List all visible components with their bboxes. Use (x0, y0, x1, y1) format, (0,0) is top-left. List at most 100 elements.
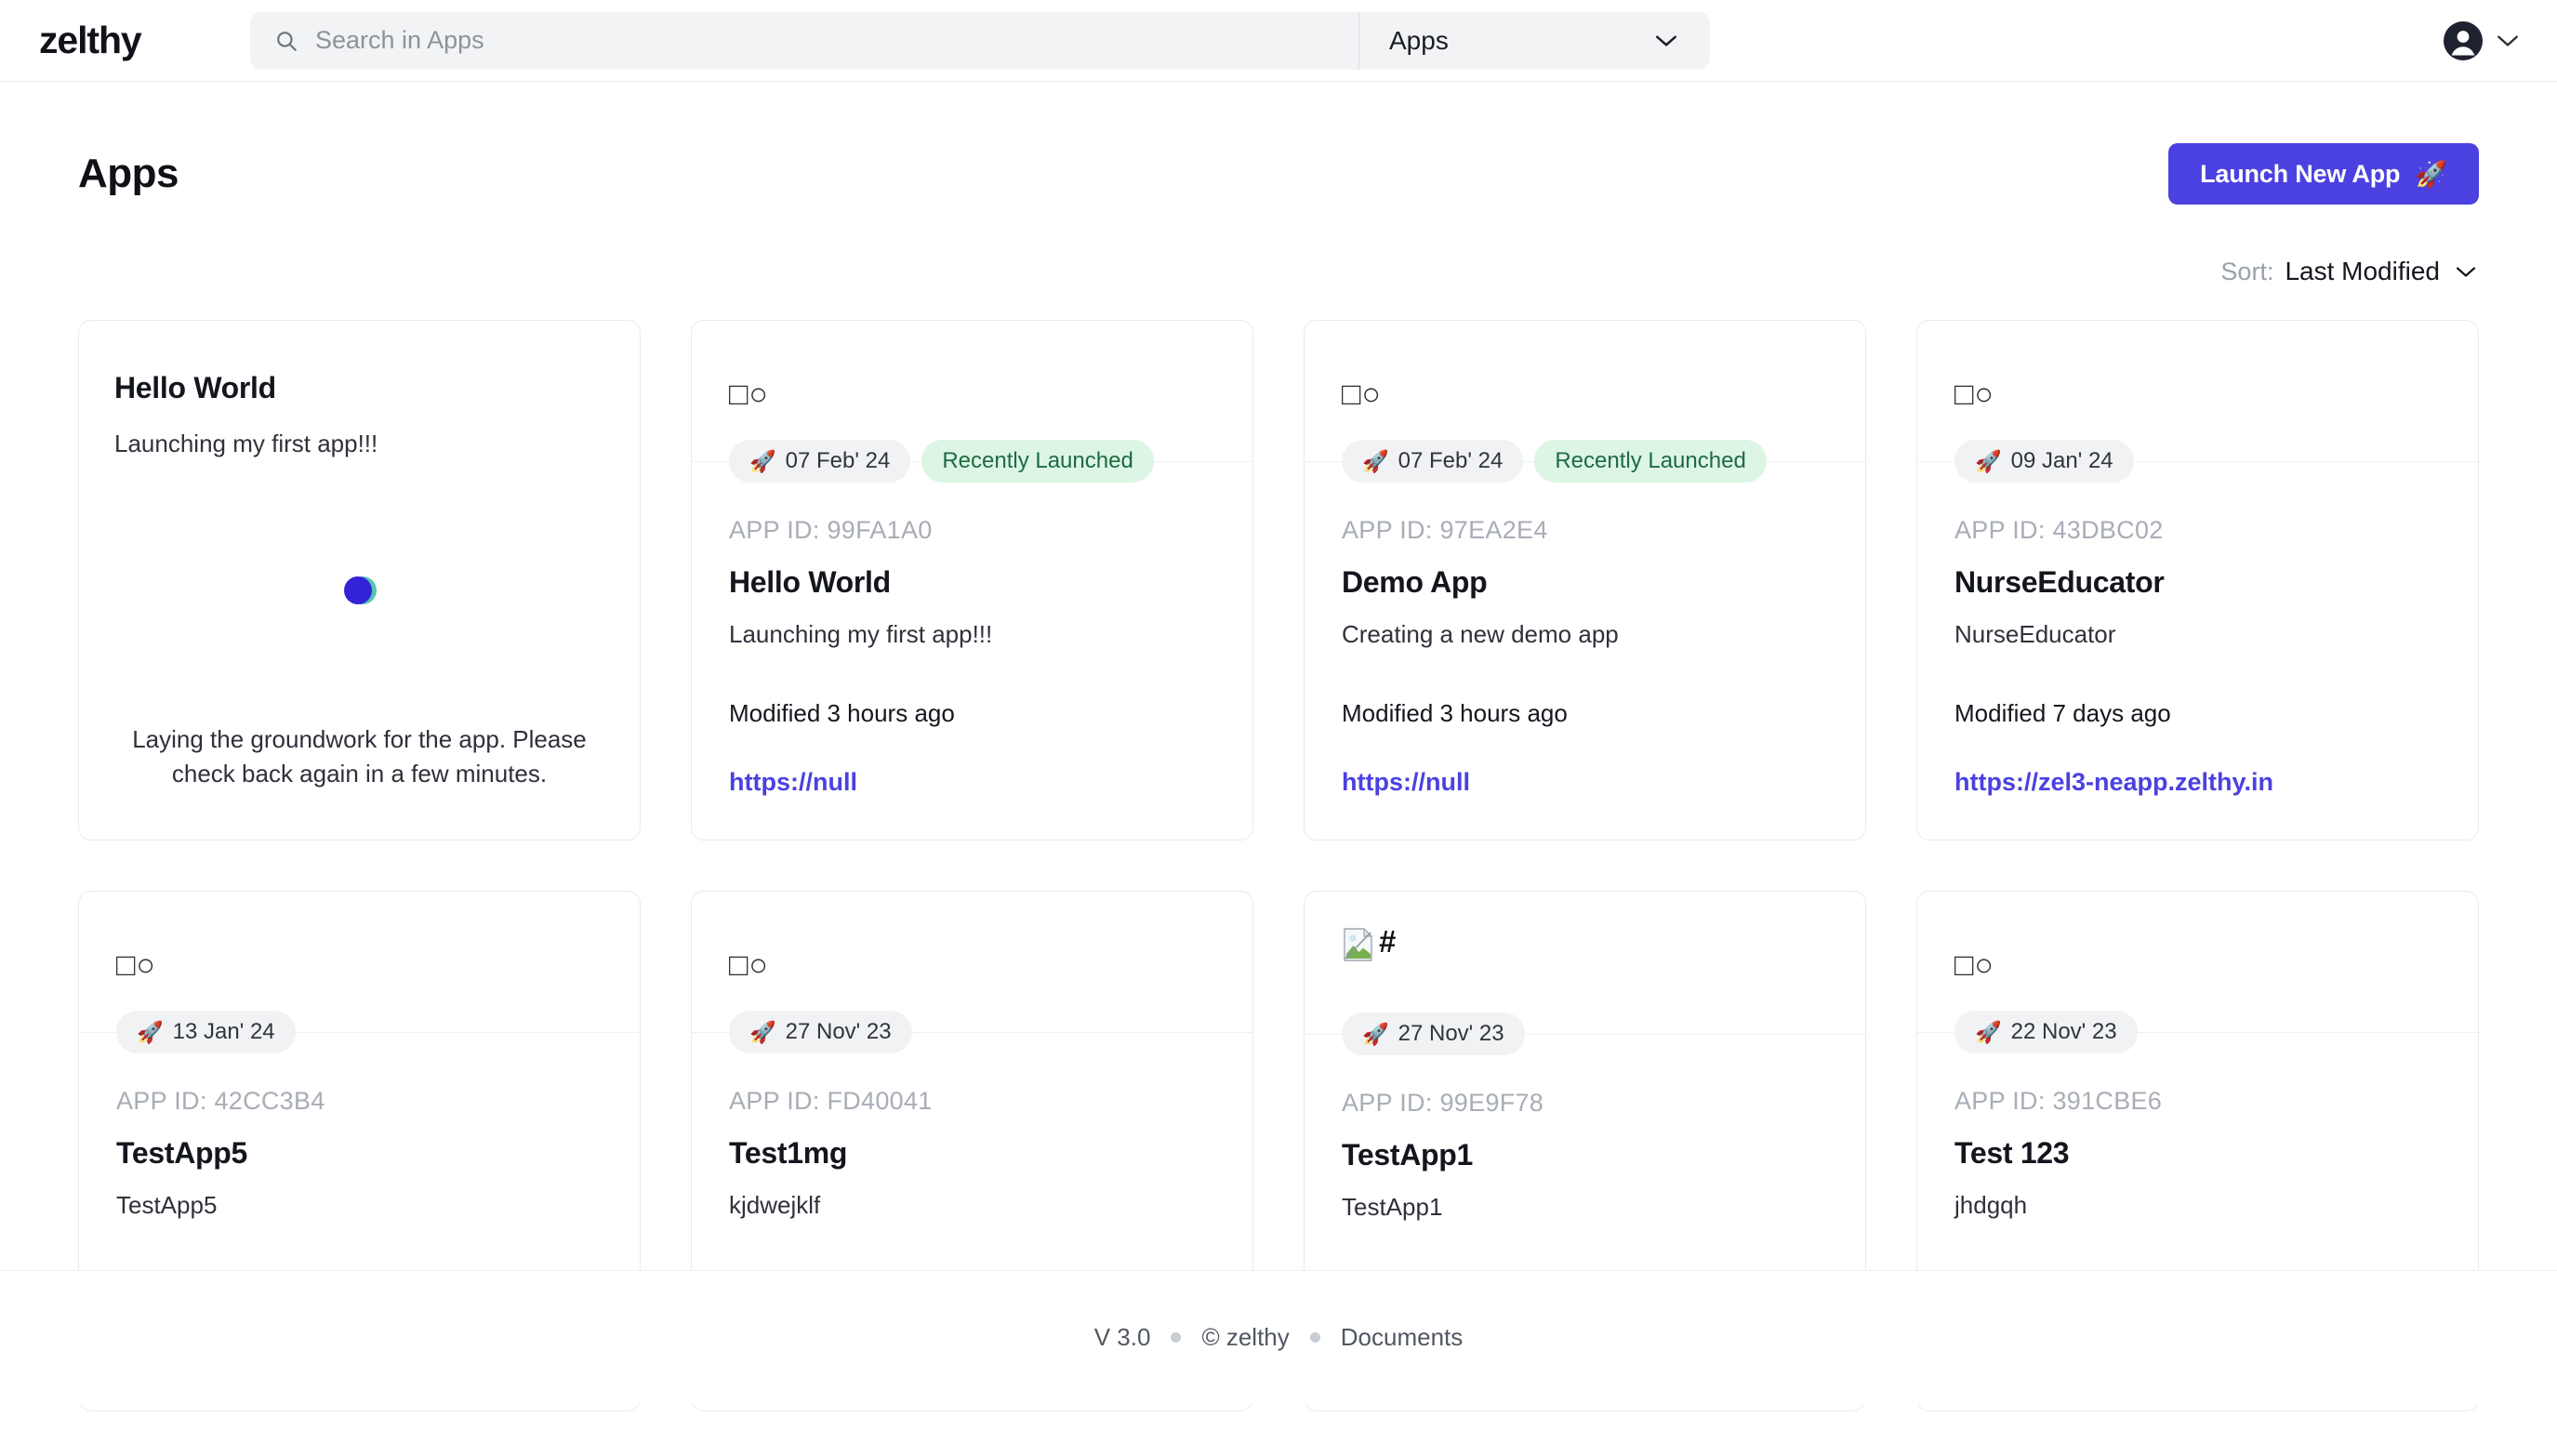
broken-image-icon (1342, 927, 1377, 962)
broken-image-placeholder-icon: □○ (729, 947, 770, 983)
launch-date-label: 27 Nov' 23 (1398, 1021, 1504, 1046)
app-modified-time: Modified 3 hours ago (1342, 699, 1568, 727)
app-id: APP ID: 97EA2E4 (1342, 516, 1548, 544)
app-card-title: Hello World (114, 371, 276, 404)
app-modified-time: Modified 3 hours ago (729, 699, 955, 727)
app-thumbnail: # (1342, 892, 1828, 1001)
chevron-down-icon[interactable] (2496, 33, 2520, 48)
app-description: kjdwejklf (729, 1191, 821, 1219)
loading-spinner-icon (339, 570, 380, 611)
app-id: APP ID: 99FA1A0 (729, 516, 933, 544)
search-input[interactable] (315, 26, 1334, 55)
rocket-icon: 🚀 (749, 448, 776, 473)
app-modified-time: Modified 7 days ago (1954, 699, 2171, 727)
footer-documents-link[interactable]: Documents (1341, 1323, 1464, 1352)
launch-date-badge: 🚀 27 Nov' 23 (1342, 1013, 1525, 1055)
app-description: TestApp1 (1342, 1193, 1443, 1221)
rocket-icon: 🚀 (1362, 1021, 1389, 1046)
broken-image-placeholder-icon: □○ (729, 377, 770, 412)
sort-value: Last Modified (2285, 257, 2440, 285)
broken-image-alt-text: # (1379, 924, 1397, 959)
app-card-badges: 🚀 09 Jan' 24 (1917, 438, 2478, 484)
apps-grid: Hello World Launching my first app!!! La… (78, 320, 2479, 1411)
footer-version: V 3.0 (1093, 1323, 1151, 1351)
app-url-link[interactable]: https://zel3-neapp.zelthy.in (1954, 768, 2273, 797)
account-menu[interactable] (2443, 20, 2520, 61)
brand-logo[interactable]: zelthy (39, 19, 239, 62)
launch-date-badge: 🚀 09 Jan' 24 (1954, 440, 2134, 483)
rocket-icon: 🚀 (1975, 1019, 2002, 1044)
app-name: Test1mg (729, 1136, 848, 1170)
status-badge: Recently Launched (1534, 440, 1767, 483)
app-card[interactable]: □○ 🚀 09 Jan' 24 APP ID: 43DBC02 NurseEdu… (1916, 320, 2479, 841)
search-bar: Apps (250, 11, 1710, 70)
app-url-link[interactable]: https://null (729, 768, 857, 797)
launch-date-badge: 🚀 13 Jan' 24 (116, 1011, 296, 1053)
page-footer: V 3.0 © zelthy Documents (0, 1270, 2557, 1404)
search-field-container[interactable] (250, 12, 1358, 70)
launch-date-badge: 🚀 07 Feb' 24 (1342, 440, 1524, 483)
app-id: APP ID: 99E9F78 (1342, 1089, 1544, 1117)
launch-date-label: 27 Nov' 23 (785, 1019, 892, 1044)
app-card-loading[interactable]: Hello World Launching my first app!!! La… (78, 320, 641, 841)
app-card-badges: 🚀 27 Nov' 23 (692, 1009, 1252, 1055)
app-thumbnail: □○ (1954, 892, 2441, 999)
launch-date-badge: 🚀 07 Feb' 24 (729, 440, 911, 483)
page-header: Apps Launch New App 🚀 (78, 82, 2479, 205)
rocket-icon: 🚀 (1362, 448, 1389, 473)
app-name: Demo App (1342, 565, 1488, 599)
chevron-down-icon (2451, 265, 2477, 279)
rocket-icon: 🚀 (749, 1019, 776, 1044)
app-name: NurseEducator (1954, 565, 2165, 599)
broken-image-placeholder-icon: □○ (116, 947, 157, 983)
app-card-badges: 🚀 13 Jan' 24 (79, 1009, 640, 1055)
search-scope-dropdown[interactable]: Apps (1358, 11, 1710, 70)
app-url-link[interactable]: https://null (1342, 768, 1470, 797)
rocket-icon: 🚀 (2415, 159, 2447, 189)
footer-copyright: © zelthy (1201, 1323, 1290, 1351)
app-card-badges: 🚀 07 Feb' 24 Recently Launched (1305, 438, 1865, 484)
sort-control[interactable]: Sort: Last Modified (78, 257, 2479, 286)
app-card[interactable]: □○ 🚀 07 Feb' 24 Recently Launched APP ID… (1304, 320, 1866, 841)
launch-new-app-label: Launch New App (2200, 159, 2401, 188)
app-card-badges: 🚀 07 Feb' 24 Recently Launched (692, 438, 1252, 484)
search-icon (274, 29, 298, 53)
launch-new-app-button[interactable]: Launch New App 🚀 (2168, 143, 2479, 205)
app-name: TestApp1 (1342, 1138, 1474, 1171)
app-id: APP ID: 43DBC02 (1954, 516, 2164, 544)
rocket-icon: 🚀 (1975, 448, 2002, 473)
rocket-icon: 🚀 (137, 1019, 164, 1044)
app-description: Creating a new demo app (1342, 620, 1619, 648)
app-thumbnail: □○ (1342, 321, 1828, 429)
page-title: Apps (78, 151, 179, 196)
loading-spinner-container (114, 458, 604, 722)
app-description: TestApp5 (116, 1191, 218, 1219)
launch-date-label: 07 Feb' 24 (785, 448, 891, 473)
sort-label: Sort: (2220, 257, 2274, 285)
app-thumbnail: □○ (729, 321, 1215, 429)
app-card[interactable]: □○ 🚀 07 Feb' 24 Recently Launched APP ID… (691, 320, 1253, 841)
status-badge: Recently Launched (921, 440, 1154, 483)
app-id: APP ID: FD40041 (729, 1087, 933, 1115)
broken-image-placeholder-icon: □○ (1342, 377, 1383, 412)
footer-separator-dot-icon (1309, 1332, 1320, 1343)
apps-page: Apps Launch New App 🚀 Sort: Last Modifie… (0, 82, 2557, 1411)
app-name: TestApp5 (116, 1136, 248, 1170)
app-name: Test 123 (1954, 1136, 2070, 1170)
search-scope-label: Apps (1389, 25, 1449, 55)
chevron-down-icon (1654, 33, 1678, 48)
top-navigation-bar: zelthy Apps (0, 0, 2557, 82)
app-card-loading-message: Laying the groundwork for the app. Pleas… (132, 725, 587, 788)
broken-image-placeholder-icon: □○ (1954, 947, 1995, 983)
app-id: APP ID: 391CBE6 (1954, 1087, 2163, 1115)
app-id: APP ID: 42CC3B4 (116, 1087, 325, 1115)
app-card-description: Launching my first app!!! (114, 430, 378, 457)
avatar[interactable] (2443, 20, 2484, 61)
broken-image-placeholder-icon: □○ (1954, 377, 1995, 412)
app-card-badges: 🚀 27 Nov' 23 (1305, 1011, 1865, 1057)
launch-date-badge: 🚀 27 Nov' 23 (729, 1011, 912, 1053)
app-thumbnail: □○ (116, 892, 603, 999)
app-description: jhdgqh (1954, 1191, 2028, 1219)
launch-date-label: 13 Jan' 24 (172, 1019, 275, 1044)
launch-date-label: 22 Nov' 23 (2010, 1019, 2117, 1044)
